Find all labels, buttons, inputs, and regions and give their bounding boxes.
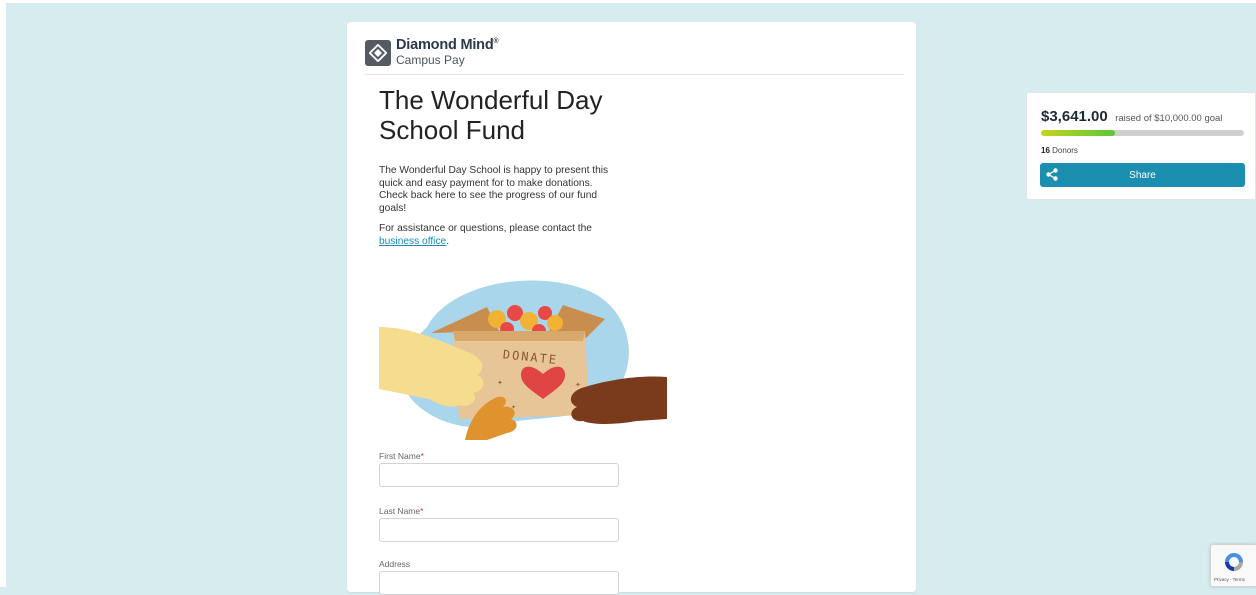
left-strip: [0, 0, 6, 587]
recaptcha-icon: [1225, 553, 1243, 571]
first-name-input[interactable]: [379, 463, 619, 487]
goal-progress-bar: [1041, 130, 1244, 136]
svg-text:✦: ✦: [497, 379, 503, 387]
brand-sub: Campus Pay: [396, 52, 465, 67]
goal-progress-fill: [1041, 130, 1115, 136]
donate-illustration: DONATE ✦ ✦ ✦: [379, 280, 667, 440]
raised-summary: $3,641.00 raised of $10,000.00 goal: [1041, 108, 1222, 126]
last-name-label: Last Name*: [379, 506, 424, 516]
recaptcha-links[interactable]: Privacy - Terms: [1214, 577, 1245, 582]
fund-goal-widget: $3,641.00 raised of $10,000.00 goal 16 D…: [1026, 92, 1256, 200]
fund-card: Diamond Mind® Campus Pay The Wonderful D…: [347, 22, 916, 595]
share-label: Share: [1129, 169, 1156, 181]
svg-text:✦: ✦: [575, 381, 581, 389]
share-icon: [1046, 168, 1058, 181]
fund-description: The Wonderful Day School is happy to pre…: [379, 165, 609, 214]
brand-logo-text: Diamond Mind® Campus Pay: [396, 37, 499, 67]
first-name-label: First Name*: [379, 451, 424, 461]
business-office-link[interactable]: business office: [379, 236, 446, 247]
page-title: The Wonderful Day School Fund: [379, 85, 603, 145]
top-strip: [0, 0, 1256, 3]
raised-goal-text: raised of $10,000.00 goal: [1115, 113, 1223, 124]
brand-header: Diamond Mind® Campus Pay: [365, 38, 904, 75]
diamond-logo-icon: [365, 40, 391, 66]
donor-count: 16 Donors: [1041, 146, 1078, 155]
last-name-input[interactable]: [379, 518, 619, 542]
recaptcha-badge[interactable]: Privacy - Terms: [1210, 544, 1256, 587]
share-button[interactable]: Share: [1040, 163, 1245, 187]
brand-name: Diamond Mind®: [396, 37, 499, 53]
address-label: Address: [379, 559, 411, 569]
contact-text: For assistance or questions, please cont…: [379, 223, 592, 247]
address-input[interactable]: [379, 571, 619, 595]
raised-amount: $3,641.00: [1041, 108, 1108, 125]
